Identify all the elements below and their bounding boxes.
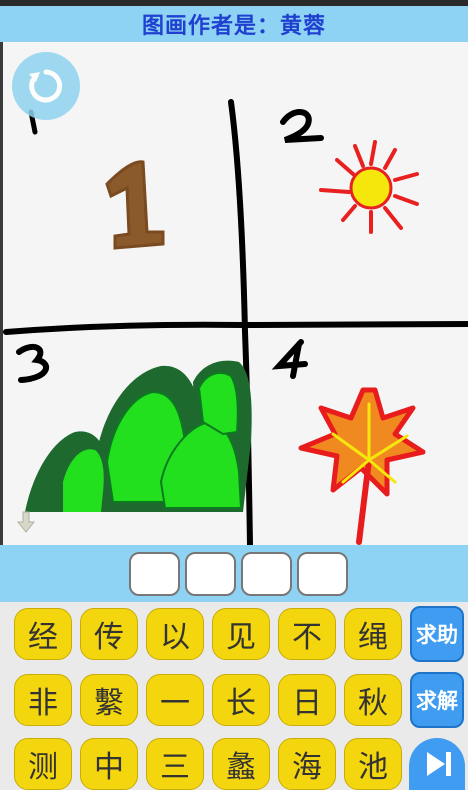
char-key[interactable]: 非 [14, 674, 72, 726]
char-key[interactable]: 三 [146, 738, 204, 790]
title-bar: 图画作者是：黄蓉 [0, 0, 468, 42]
answer-slot-1[interactable] [129, 552, 180, 596]
hint-button[interactable]: 求助 [410, 606, 464, 662]
char-key[interactable]: 不 [278, 608, 336, 660]
drawing-canvas [0, 42, 468, 545]
answer-slot-3[interactable] [241, 552, 292, 596]
char-key[interactable]: 繫 [80, 674, 138, 726]
maple-leaf-drawing [298, 387, 426, 545]
sun-drawing [319, 140, 419, 234]
char-key[interactable]: 经 [14, 608, 72, 660]
char-key[interactable]: 蠡 [212, 738, 270, 790]
char-key[interactable]: 池 [344, 738, 402, 790]
char-key[interactable]: 以 [146, 608, 204, 660]
next-button[interactable] [409, 738, 465, 790]
page-title: 图画作者是：黄蓉 [141, 14, 326, 39]
replay-button[interactable] [12, 52, 80, 120]
answer-slot-2[interactable] [185, 552, 236, 596]
number-one-drawing [105, 160, 165, 250]
char-key[interactable]: 一 [146, 674, 204, 726]
character-keyboard: 经 传 以 见 不 绳 非 繫 一 长 日 秋 测 中 三 蠡 海 池 求助 求… [0, 602, 468, 790]
divider-horizontal [3, 321, 468, 335]
down-arrow-icon[interactable] [16, 510, 36, 534]
app: 图画作者是：黄蓉 经 传 以 见 不 绳 非 繫 一 长 日 秋 测 中 三 蠡… [0, 0, 468, 790]
char-key[interactable]: 中 [80, 738, 138, 790]
char-key[interactable]: 传 [80, 608, 138, 660]
char-key[interactable]: 测 [14, 738, 72, 790]
mountains-drawing [25, 360, 252, 512]
quadrant-number-4 [271, 339, 308, 379]
next-icon [427, 752, 451, 776]
quadrant-number-3 [16, 343, 49, 383]
answer-bar [0, 545, 468, 602]
replay-icon [29, 69, 63, 103]
char-key[interactable]: 秋 [344, 674, 402, 726]
char-key[interactable]: 见 [212, 608, 270, 660]
char-key[interactable]: 绳 [344, 608, 402, 660]
answer-slot-4[interactable] [297, 552, 348, 596]
char-key[interactable]: 海 [278, 738, 336, 790]
drawing [3, 99, 468, 545]
char-key[interactable]: 日 [278, 674, 336, 726]
answer-slots [129, 552, 348, 596]
char-key[interactable]: 长 [212, 674, 270, 726]
solve-button[interactable]: 求解 [410, 672, 464, 728]
quadrant-number-2 [280, 109, 324, 143]
